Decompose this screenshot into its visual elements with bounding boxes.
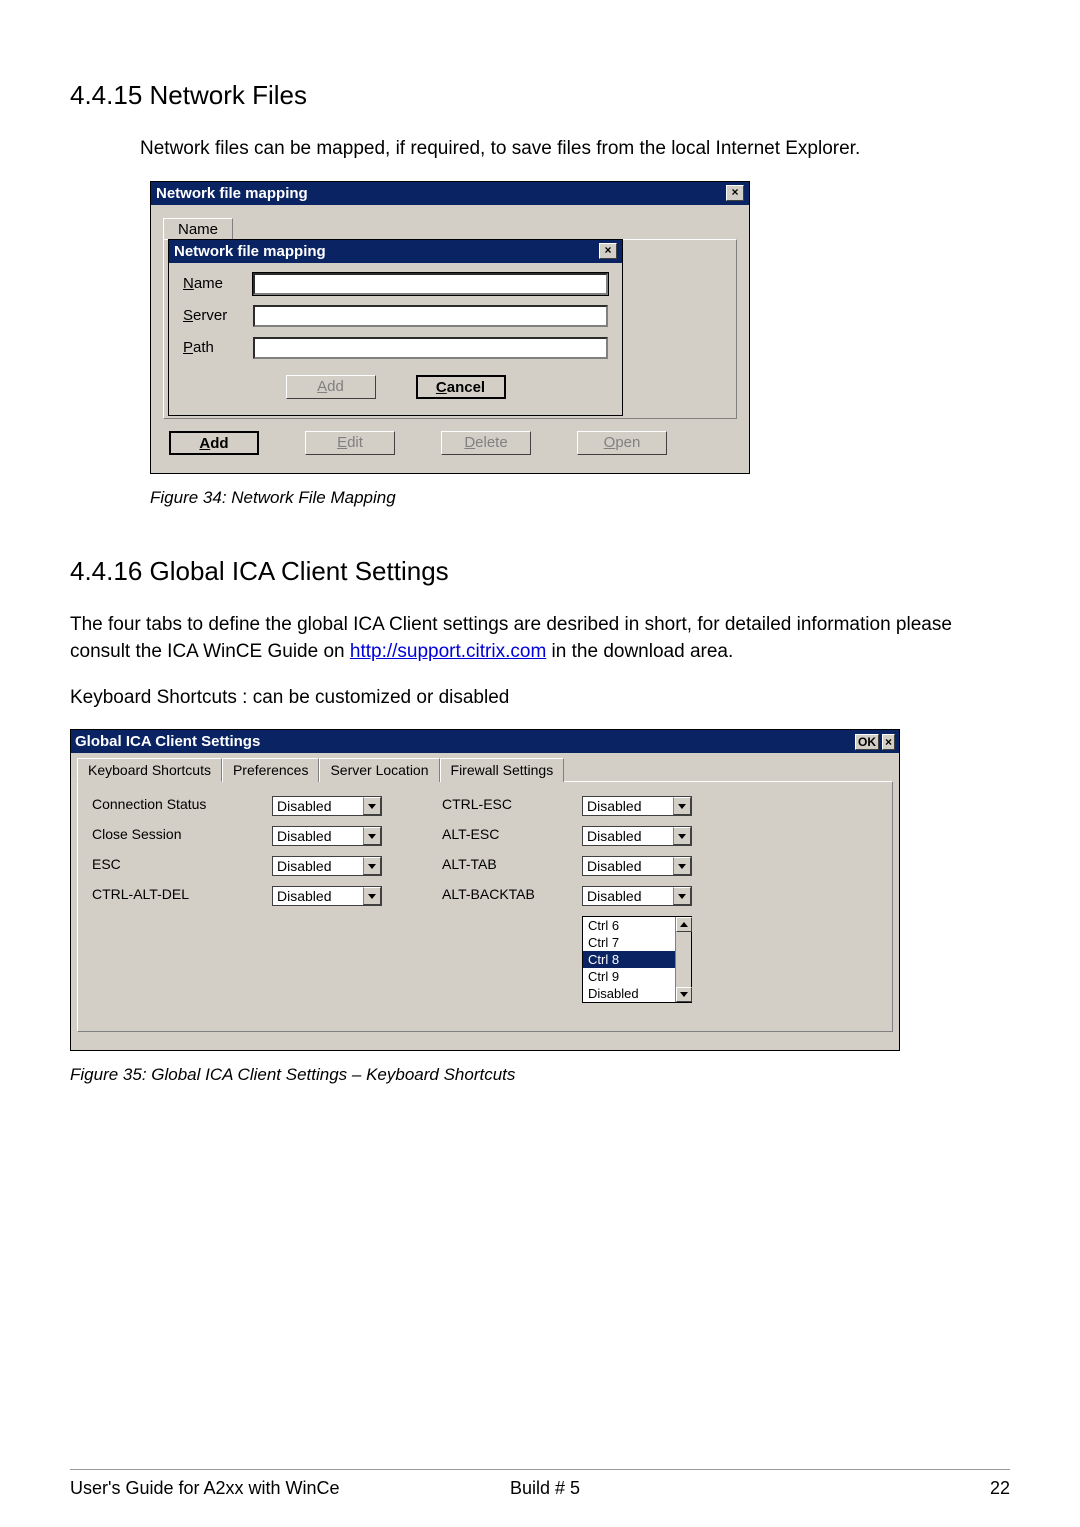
inner-add-button[interactable]: Add xyxy=(286,375,376,399)
chevron-down-icon[interactable] xyxy=(363,857,381,875)
add-button[interactable]: Add xyxy=(169,431,259,455)
close-icon[interactable]: × xyxy=(599,243,617,259)
close-icon[interactable]: × xyxy=(882,734,895,750)
ica-titlebar: Global ICA Client Settings OK × xyxy=(71,730,899,753)
close-session-combo[interactable]: Disabled xyxy=(272,826,382,846)
tab-frame: Network file mapping × Name Server Path xyxy=(163,239,737,419)
esc-combo[interactable]: Disabled xyxy=(272,856,382,876)
figure-34-caption: Figure 34: Network File Mapping xyxy=(150,488,1010,508)
path-label: Path xyxy=(183,339,253,356)
close-session-label: Close Session xyxy=(92,826,272,842)
scrollbar[interactable] xyxy=(675,917,691,1002)
name-input[interactable] xyxy=(253,273,608,295)
server-input[interactable] xyxy=(253,305,608,327)
alt-backtab-label: ALT-BACKTAB xyxy=(442,886,582,902)
connection-status-label: Connection Status xyxy=(92,796,272,812)
path-input[interactable] xyxy=(253,337,608,359)
footer-mid: Build # 5 xyxy=(510,1478,950,1499)
ica-body: Keyboard Shortcuts Preferences Server Lo… xyxy=(71,753,899,1050)
delete-button[interactable]: Delete xyxy=(441,431,531,455)
outer-body: Name Network file mapping × Name Server xyxy=(151,205,749,473)
tab-keyboard-shortcuts[interactable]: Keyboard Shortcuts xyxy=(77,758,222,782)
inner-title: Network file mapping xyxy=(174,243,326,260)
ctrl-alt-del-label: CTRL-ALT-DEL xyxy=(92,886,272,902)
chevron-down-icon[interactable] xyxy=(363,887,381,905)
connection-status-combo[interactable]: Disabled xyxy=(272,796,382,816)
heading-network-files: 4.4.15 Network Files xyxy=(70,80,1010,111)
chevron-down-icon[interactable] xyxy=(363,797,381,815)
close-icon[interactable]: × xyxy=(726,185,744,201)
ica-title: Global ICA Client Settings xyxy=(75,733,260,750)
tab-server-location[interactable]: Server Location xyxy=(319,758,439,782)
figure-35-caption: Figure 35: Global ICA Client Settings – … xyxy=(70,1065,1010,1085)
name-label: Name xyxy=(183,275,253,292)
inner-cancel-button[interactable]: Cancel xyxy=(416,375,506,399)
footer-page-number: 22 xyxy=(950,1478,1010,1499)
ica-settings-window: Global ICA Client Settings OK × Keyboard… xyxy=(70,729,900,1051)
alt-tab-label: ALT-TAB xyxy=(442,856,582,872)
chevron-down-icon[interactable] xyxy=(673,797,691,815)
alt-esc-combo[interactable]: Disabled xyxy=(582,826,692,846)
heading-ica-settings: 4.4.16 Global ICA Client Settings xyxy=(70,556,1010,587)
outer-title: Network file mapping xyxy=(156,185,308,202)
intro-text: Network files can be mapped, if required… xyxy=(140,135,1010,163)
ctrl-esc-combo[interactable]: Disabled xyxy=(582,796,692,816)
ica-intro-text: The four tabs to define the global ICA C… xyxy=(70,611,1010,666)
tab-name[interactable]: Name xyxy=(163,218,233,240)
chevron-down-icon[interactable] xyxy=(673,827,691,845)
scroll-down-icon[interactable] xyxy=(676,987,692,1002)
page-footer: User's Guide for A2xx with WinCe Build #… xyxy=(70,1469,1010,1499)
alt-esc-label: ALT-ESC xyxy=(442,826,582,842)
ok-button[interactable]: OK xyxy=(855,734,879,750)
alt-backtab-listbox[interactable]: Ctrl 6 Ctrl 7 Ctrl 8 Ctrl 9 Disabled xyxy=(582,916,692,1003)
inner-dialog: Network file mapping × Name Server Path xyxy=(168,239,623,416)
edit-button[interactable]: Edit xyxy=(305,431,395,455)
open-button[interactable]: Open xyxy=(577,431,667,455)
outer-titlebar: Network file mapping × xyxy=(151,182,749,205)
server-label: Server xyxy=(183,307,253,324)
tab-firewall-settings[interactable]: Firewall Settings xyxy=(440,758,565,782)
network-file-mapping-window: Network file mapping × Name Network file… xyxy=(150,181,750,474)
inner-form: Name Server Path Add Cancel xyxy=(169,263,622,415)
footer-left: User's Guide for A2xx with WinCe xyxy=(70,1478,510,1499)
alt-backtab-combo[interactable]: Disabled xyxy=(582,886,692,906)
ica-tab-content: Connection Status Disabled CTRL-ESC Disa… xyxy=(77,781,893,1032)
inner-titlebar: Network file mapping × xyxy=(169,240,622,263)
ctrl-esc-label: CTRL-ESC xyxy=(442,796,582,812)
esc-label: ESC xyxy=(92,856,272,872)
chevron-down-icon[interactable] xyxy=(673,887,691,905)
scroll-up-icon[interactable] xyxy=(676,917,692,932)
tab-preferences[interactable]: Preferences xyxy=(222,758,319,782)
keyboard-shortcuts-note: Keyboard Shortcuts : can be customized o… xyxy=(70,684,1010,712)
chevron-down-icon[interactable] xyxy=(363,827,381,845)
chevron-down-icon[interactable] xyxy=(673,857,691,875)
alt-tab-combo[interactable]: Disabled xyxy=(582,856,692,876)
support-link[interactable]: http://support.citrix.com xyxy=(350,641,546,662)
ctrl-alt-del-combo[interactable]: Disabled xyxy=(272,886,382,906)
